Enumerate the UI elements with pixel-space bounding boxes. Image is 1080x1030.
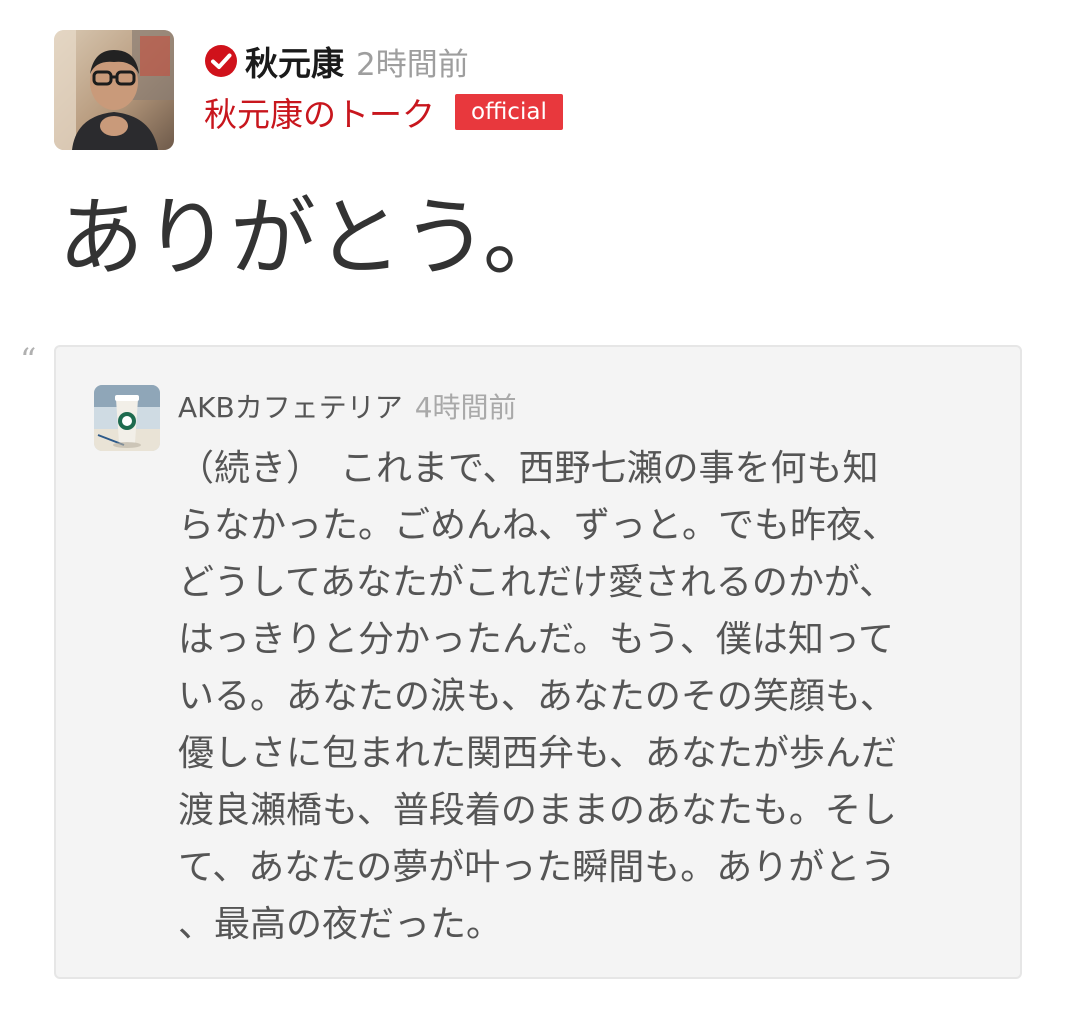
quote-author-avatar[interactable] [94, 385, 160, 451]
quote-author-line: AKBカフェテリア 4時間前 [178, 383, 517, 429]
post-timestamp: 2時間前 [356, 46, 469, 83]
quote-author-name[interactable]: AKBカフェテリア [178, 386, 403, 426]
author-line: 秋元康 2時間前 [204, 38, 469, 84]
official-badge: official [455, 94, 563, 130]
quote-timestamp: 4時間前 [414, 391, 517, 424]
quote-body-text: （続き） これまで、西野七瀬の事を何も知 らなかった。ごめんね、ずっと。でも昨夜… [178, 448, 899, 945]
quote-mark-icon: “ [20, 341, 37, 379]
post-title: ありがとう。 [58, 188, 569, 288]
coffee-cup-avatar-icon [94, 385, 160, 451]
verified-check-icon [205, 45, 237, 77]
channel-line: 秋元康のトーク official [204, 90, 563, 134]
channel-name-link[interactable]: 秋元康のトーク [204, 88, 435, 136]
post-header: 秋元康 2時間前 秋元康のトーク official [54, 30, 1024, 152]
quoted-post-card[interactable]: AKBカフェテリア 4時間前 （続き） これまで、西野七瀬の事を何も知 らなかっ… [54, 345, 1022, 979]
user-avatar-photo-icon [54, 30, 174, 150]
author-avatar[interactable] [54, 30, 174, 150]
author-name[interactable]: 秋元康 [245, 37, 344, 85]
